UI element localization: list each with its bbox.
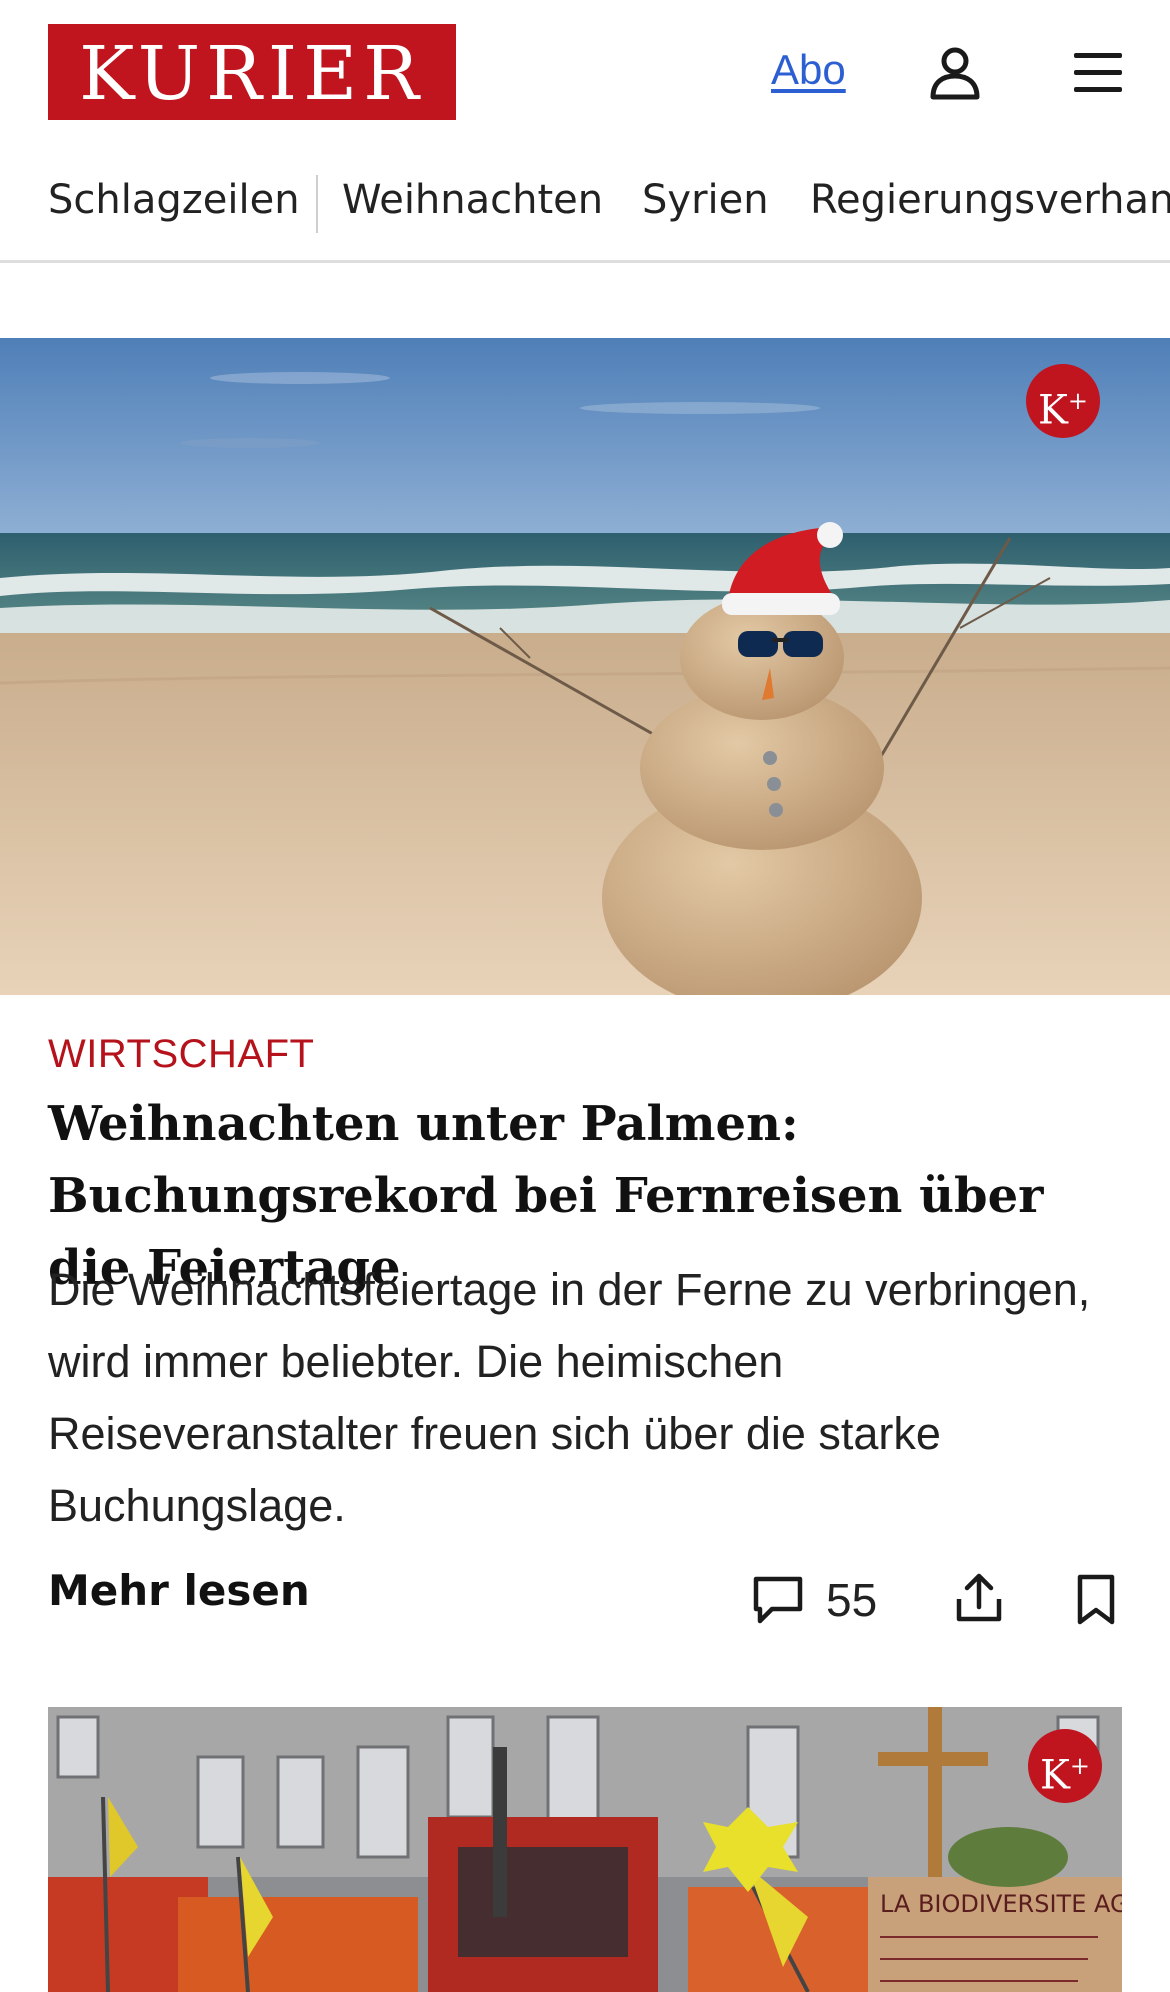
kplus-badge-plus-2: + <box>1069 1752 1090 1780</box>
hamburger-menu-icon <box>1074 53 1122 92</box>
kurier-logo[interactable]: KURIER <box>48 24 456 120</box>
user-icon <box>930 47 980 100</box>
kplus-badge-letter: K <box>1038 387 1068 434</box>
user-account-button[interactable] <box>920 38 990 108</box>
comment-count: 55 <box>826 1574 878 1626</box>
comment-icon <box>753 1576 803 1624</box>
share-button[interactable] <box>944 1563 1014 1633</box>
tractor-protest-photo: LA BIODIVERSITE AGRICOLE <box>48 1707 1122 1992</box>
site-header: KURIER Abo <box>0 0 1170 145</box>
bookmark-button[interactable] <box>1061 1565 1131 1635</box>
read-more-link[interactable]: Mehr lesen <box>48 1566 310 1615</box>
share-icon <box>956 1573 1002 1622</box>
menu-button[interactable] <box>1063 38 1133 108</box>
topic-navigation: Schlagzeilen Weihnachten Syrien Regierun… <box>0 145 1170 263</box>
article-image-sand-snowman[interactable]: K+ <box>0 338 1170 995</box>
comments-button[interactable]: 55 <box>752 1570 877 1630</box>
protest-sign-text: LA BIODIVERSITE AGRICOLE <box>880 1890 1122 1918</box>
bookmark-icon <box>1077 1574 1115 1625</box>
nav-item-regierungsverhandlungen[interactable]: Regierungsverhand <box>810 177 1170 223</box>
nav-item-weihnachten[interactable]: Weihnachten <box>342 177 603 223</box>
beach-snowman-photo <box>0 338 1170 995</box>
nav-item-syrien[interactable]: Syrien <box>642 177 769 223</box>
kplus-premium-badge: K+ <box>1026 364 1100 438</box>
kplus-badge-letter-2: K <box>1040 1752 1070 1799</box>
kplus-badge-plus: + <box>1067 387 1088 415</box>
article-category[interactable]: WIRTSCHAFT <box>48 1032 314 1077</box>
nav-divider <box>316 175 318 233</box>
kplus-premium-badge-2: K+ <box>1028 1729 1102 1803</box>
abo-link[interactable]: Abo <box>771 46 846 94</box>
article-image-farmer-protest[interactable]: LA BIODIVERSITE AGRICOLE K+ <box>48 1707 1122 1992</box>
nav-item-schlagzeilen[interactable]: Schlagzeilen <box>48 177 300 223</box>
article-teaser: Die Weihnachtsfeiertage in der Ferne zu … <box>48 1264 1091 1531</box>
